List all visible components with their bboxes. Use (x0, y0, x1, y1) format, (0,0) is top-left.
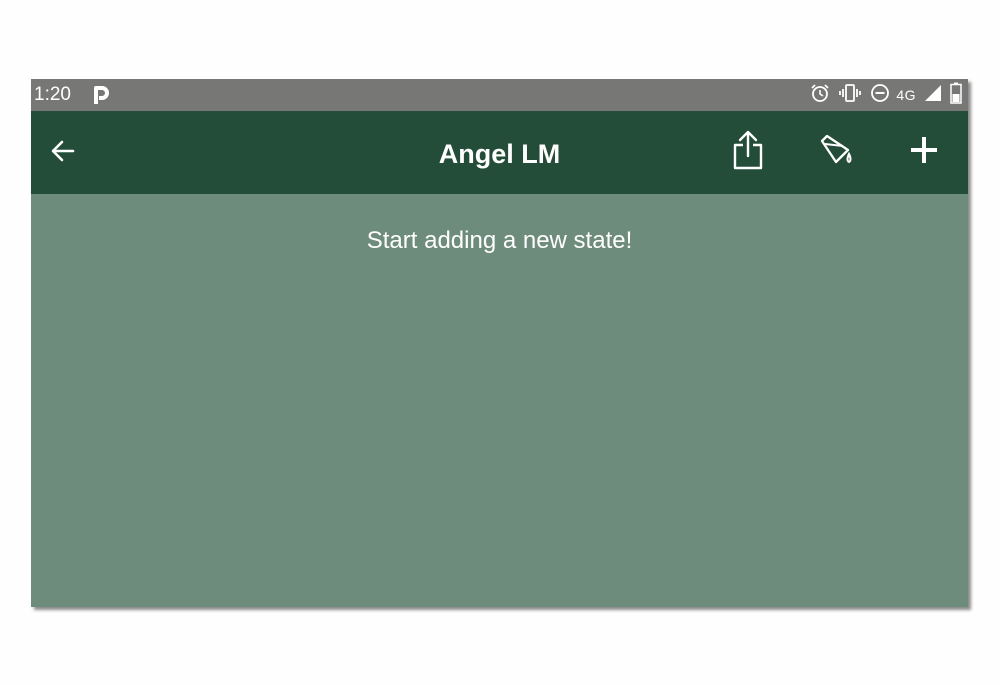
app-bar: Angel LM (31, 111, 968, 194)
alarm-icon (810, 83, 830, 108)
back-arrow-icon (49, 137, 77, 170)
status-bar: 1:20 4G (31, 79, 968, 111)
share-icon (731, 130, 765, 175)
add-state-button[interactable] (901, 129, 947, 175)
plus-icon (908, 134, 940, 171)
state-list: Start adding a new state! (31, 194, 968, 607)
status-icons: 4G (802, 82, 962, 109)
empty-state-message: Start adding a new state! (366, 227, 633, 254)
share-button[interactable] (725, 129, 771, 175)
network-type: 4G (896, 87, 916, 103)
back-button[interactable] (45, 135, 81, 171)
app-screen: 1:20 4G Angel LM Start adding a new stat… (31, 79, 968, 607)
signal-icon (924, 84, 942, 107)
theme-color-button[interactable] (813, 129, 859, 175)
status-time: 1:20 (34, 84, 71, 105)
battery-icon (950, 82, 962, 109)
do-not-disturb-icon (870, 83, 890, 108)
paint-bucket-icon (818, 132, 854, 173)
parking-app-icon (93, 85, 109, 105)
vibrate-icon (838, 83, 862, 108)
